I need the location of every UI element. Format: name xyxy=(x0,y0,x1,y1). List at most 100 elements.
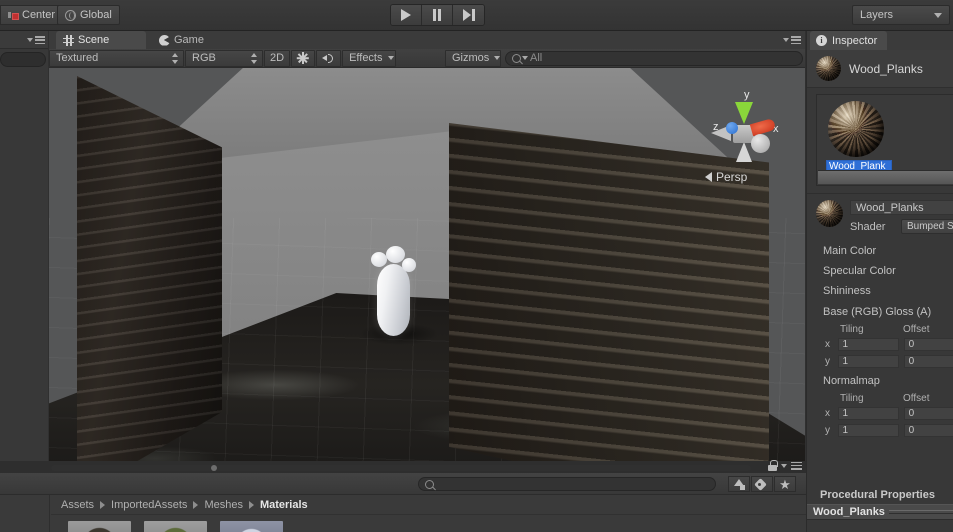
projection-toggle[interactable]: Persp xyxy=(705,170,789,184)
asset-grid xyxy=(51,516,806,532)
projection-label: Persp xyxy=(716,170,748,184)
gizmos-label: Gizmos xyxy=(452,52,490,64)
asset-thumb-3[interactable] xyxy=(220,521,283,532)
effects-label: Effects xyxy=(349,52,383,64)
material-preview-box[interactable]: Wood_Plank xyxy=(816,94,953,186)
tiling-x-input[interactable]: 1 xyxy=(837,407,899,420)
breadcrumb-item-importedassets[interactable]: ImportedAssets xyxy=(111,499,187,511)
gizmos-dropdown[interactable]: Gizmos xyxy=(445,49,501,67)
toggle-2d-label: 2D xyxy=(270,52,285,64)
hamburger-menu-icon xyxy=(791,36,801,44)
hierarchy-search-input[interactable] xyxy=(0,52,46,67)
pivot-mode-button[interactable]: Center xyxy=(0,5,64,25)
tab-inspector[interactable]: i Inspector xyxy=(810,31,888,50)
divider xyxy=(888,510,953,514)
project-search-input[interactable] xyxy=(418,477,716,491)
tiling-y-input[interactable]: 1 xyxy=(837,355,899,368)
gizmo-neg-y-cone[interactable] xyxy=(736,142,752,162)
tiling-x-input[interactable]: 1 xyxy=(837,338,899,351)
capsule-sphere-a xyxy=(371,252,387,267)
label-filter-button[interactable] xyxy=(751,476,773,492)
material-preview-icon xyxy=(816,56,841,81)
chevron-down-icon xyxy=(522,56,528,60)
gizmo-z-handle[interactable] xyxy=(726,122,738,134)
shader-dropdown[interactable]: Bumped Sp xyxy=(901,219,953,234)
step-button[interactable] xyxy=(453,5,484,25)
label-filter-icon xyxy=(756,479,768,490)
lock-icon[interactable] xyxy=(768,460,778,471)
pivot-rotation-button[interactable]: Global xyxy=(57,5,120,25)
property-main-color[interactable]: Main Color xyxy=(823,241,953,261)
scene-3d-canvas[interactable] xyxy=(49,68,805,461)
offset-x-input[interactable]: 0 xyxy=(903,407,953,420)
effects-dropdown[interactable]: Effects xyxy=(342,49,397,67)
favorite-filter-button[interactable]: ★ xyxy=(774,476,796,492)
offset-y-input[interactable]: 0 xyxy=(903,355,953,368)
toggle-2d-button[interactable]: 2D xyxy=(264,49,291,67)
axis-label-y: y xyxy=(825,356,830,367)
sun-icon xyxy=(296,52,309,64)
property-specular-color[interactable]: Specular Color xyxy=(823,261,953,281)
scene-search-input[interactable]: All xyxy=(505,50,803,66)
scrollbar-thumb[interactable] xyxy=(211,465,217,471)
project-horizontal-scrollbar[interactable] xyxy=(51,465,751,471)
chevron-down-icon xyxy=(934,12,942,18)
scrollbar-track[interactable] xyxy=(51,465,751,471)
layers-dropdown[interactable]: Layers xyxy=(852,5,950,25)
offset-header: Offset xyxy=(903,324,930,335)
asset-thumb-1[interactable] xyxy=(68,521,131,532)
asset-thumb-2[interactable] xyxy=(144,521,207,532)
capsule-character[interactable] xyxy=(377,264,410,336)
playback-controls xyxy=(390,4,485,26)
tiling-header: Tiling xyxy=(840,324,864,335)
material-thumbnail-icon xyxy=(816,200,843,227)
property-shininess[interactable]: Shininess xyxy=(823,281,953,301)
pause-button[interactable] xyxy=(422,5,453,25)
tiling-y-input[interactable]: 1 xyxy=(837,424,899,437)
breadcrumb-item-materials[interactable]: Materials xyxy=(260,499,308,511)
breadcrumb-item-meshes[interactable]: Meshes xyxy=(204,499,243,511)
pivot-center-icon xyxy=(8,10,19,20)
hierarchy-tabbar xyxy=(0,31,48,49)
scene-viewport[interactable]: y x z Persp xyxy=(49,68,805,461)
procedural-properties-subheader[interactable]: Wood_Planks xyxy=(807,504,953,520)
offset-y-input[interactable]: 0 xyxy=(903,424,953,437)
hierarchy-list[interactable] xyxy=(0,71,48,461)
toggle-audio-button[interactable] xyxy=(316,49,342,67)
prefab-filter-button[interactable] xyxy=(728,476,750,492)
breadcrumb: Assets ImportedAssets Meshes Materials xyxy=(51,495,806,515)
play-button[interactable] xyxy=(391,5,422,25)
scene-grid-icon xyxy=(63,34,74,46)
texture-base-headers: Tiling Offset xyxy=(807,322,953,337)
material-name-field[interactable]: Wood_Planks xyxy=(850,200,953,215)
render-mode-dropdown[interactable]: RGB xyxy=(185,49,263,67)
gizmo-axis-y-label[interactable]: y xyxy=(744,89,750,101)
draw-mode-dropdown[interactable]: Textured xyxy=(49,49,184,67)
material-properties: Main Color Specular Color Shininess Base… xyxy=(807,241,953,440)
tab-scene[interactable]: Scene xyxy=(56,31,146,49)
hamburger-menu-icon[interactable] xyxy=(791,461,802,470)
tab-game[interactable]: Game xyxy=(152,31,224,49)
gizmo-neg-z-handle[interactable] xyxy=(751,134,770,153)
inspector-header: Wood_Planks xyxy=(807,50,953,88)
texture-normalmap-label[interactable]: Normalmap xyxy=(823,371,953,391)
toggle-lighting-button[interactable] xyxy=(291,49,316,67)
scene-panel-menu-button[interactable] xyxy=(783,35,801,45)
gizmo-y-cone[interactable] xyxy=(735,102,753,124)
project-tree-column[interactable] xyxy=(0,495,50,532)
search-icon xyxy=(512,53,521,63)
inspector-object-name: Wood_Planks xyxy=(849,61,923,76)
layers-label: Layers xyxy=(860,9,894,21)
scene-view-gizmo[interactable]: y x z Persp xyxy=(705,78,787,188)
texture-base-label[interactable]: Base (RGB) Gloss (A) xyxy=(823,302,953,322)
chevron-right-icon xyxy=(100,500,106,509)
game-pacman-icon xyxy=(159,34,170,46)
hierarchy-panel xyxy=(0,31,48,461)
texture-normalmap-row-y: y 1 0 xyxy=(807,423,953,438)
offset-header: Offset xyxy=(903,393,930,404)
breadcrumb-item-assets[interactable]: Assets xyxy=(61,499,94,511)
scene-tabbar: Scene Game xyxy=(49,31,805,49)
chevron-right-icon xyxy=(248,500,254,509)
hierarchy-menu-button[interactable] xyxy=(27,35,45,45)
offset-x-input[interactable]: 0 xyxy=(903,338,953,351)
